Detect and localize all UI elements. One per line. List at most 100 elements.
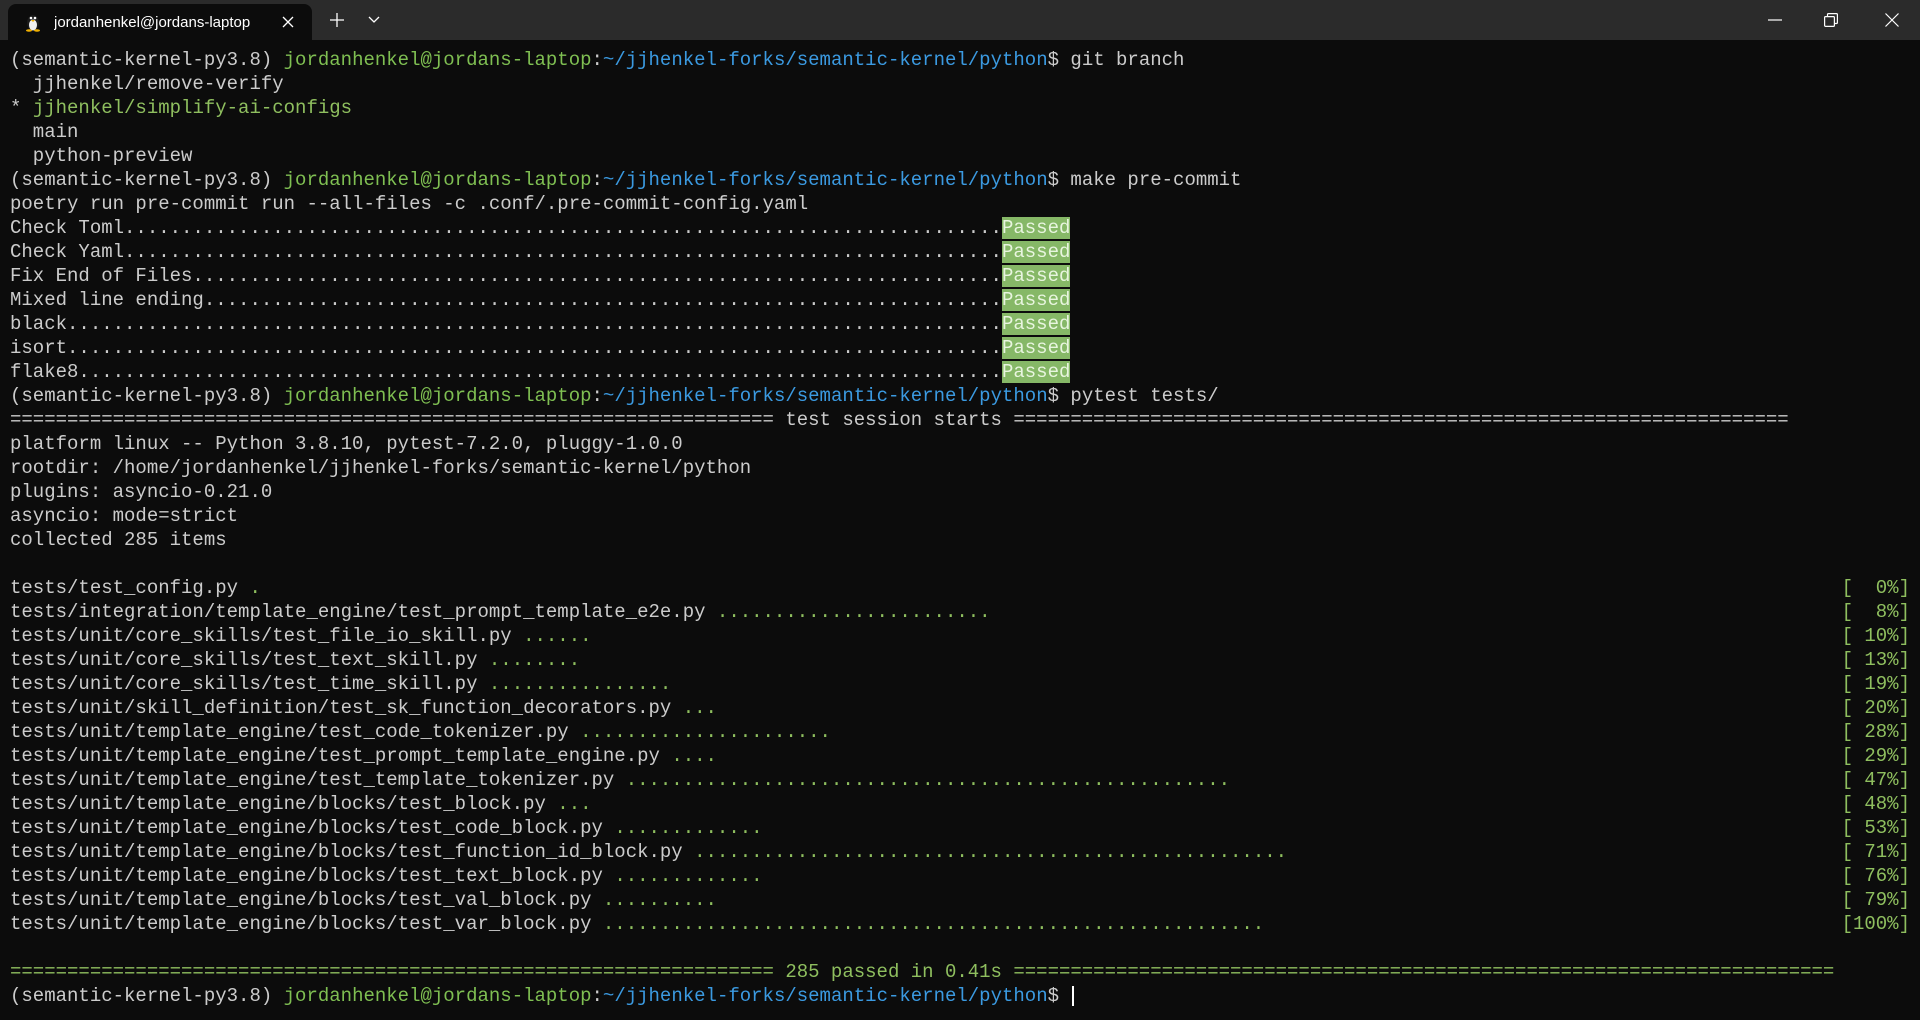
command: make pre-commit [1070,169,1242,191]
test-file: tests/unit/template_engine/blocks/test_v… [10,889,603,911]
check-status: Passed [1001,361,1071,383]
test-file: tests/unit/skill_definition/test_sk_func… [10,697,683,719]
test-result-line: tests/unit/core_skills/test_file_io_skil… [10,624,1910,648]
test-dots: ........................................… [625,769,1231,791]
test-result-line: tests/unit/template_engine/blocks/test_v… [10,912,1910,936]
test-file: tests/integration/template_engine/test_p… [10,601,717,623]
check-status: Passed [1001,313,1071,335]
test-dots: ................ [488,673,672,695]
test-result-line: tests/unit/core_skills/test_time_skill.p… [10,672,1910,696]
branch-line: jjhenkel/remove-verify [10,73,284,95]
prompt-sep: : [591,49,603,71]
pytest-info: plugins: asyncio-0.21.0 [10,481,273,503]
chevron-down-icon [368,16,380,23]
check-line: black...................................… [10,312,1910,336]
prompt-dollar: $ [1047,49,1071,71]
pytest-info: rootdir: /home/jordanhenkel/jjhenkel-for… [10,457,752,479]
pytest-info: asyncio: mode=strict [10,505,239,527]
restore-button[interactable] [1803,0,1859,40]
test-file: tests/unit/template_engine/blocks/test_f… [10,841,695,863]
test-result-line: tests/unit/template_engine/blocks/test_v… [10,888,1910,912]
test-result-line: tests/unit/template_engine/test_code_tok… [10,720,1910,744]
prompt-env: (semantic-kernel-py3.8) [10,49,284,71]
test-file: tests/test_config.py [10,577,250,599]
check-status: Passed [1001,337,1071,359]
new-tab-button[interactable] [322,6,352,34]
prompt-path: ~/jjhenkel-forks/semantic-kernel/python [602,49,1048,71]
check-line: Check Yaml..............................… [10,240,1910,264]
test-file: tests/unit/core_skills/test_file_io_skil… [10,625,524,647]
test-percent: [ 76%] [1841,865,1910,887]
prompt-line: (semantic-kernel-py3.8) jordanhenkel@jor… [10,169,1242,191]
prompt-line-active[interactable]: (semantic-kernel-py3.8) jordanhenkel@jor… [10,984,1910,1008]
plus-icon [330,13,344,27]
branch-line: python-preview [10,145,193,167]
prompt-line: (semantic-kernel-py3.8) jordanhenkel@jor… [10,385,1219,407]
test-file: tests/unit/template_engine/test_template… [10,769,626,791]
test-dots: ........................ [716,601,991,623]
close-icon [1885,13,1899,27]
test-percent: [ 71%] [1841,841,1910,863]
test-result-line: tests/unit/template_engine/test_prompt_t… [10,744,1910,768]
command: pytest tests/ [1070,385,1219,407]
current-branch: jjhenkel/simplify-ai-configs [32,97,353,119]
test-percent: [ 29%] [1841,745,1910,767]
test-dots: ...... [523,625,592,647]
test-dots: ........................................… [694,841,1288,863]
check-label: Check Toml..............................… [10,217,1002,239]
test-result-line: tests/integration/template_engine/test_p… [10,600,1910,624]
test-percent: [ 47%] [1841,769,1910,791]
test-result-line: tests/unit/template_engine/test_template… [10,768,1910,792]
test-result-line: tests/unit/template_engine/blocks/test_f… [10,840,1910,864]
check-label: isort...................................… [10,337,1002,359]
test-percent: [ 20%] [1841,697,1910,719]
check-status: Passed [1001,217,1071,239]
prompt-user: jordanhenkel@jordans-laptop [283,49,592,71]
test-dots: .......... [602,889,717,911]
minimize-button[interactable] [1747,0,1803,40]
test-file: tests/unit/template_engine/test_code_tok… [10,721,581,743]
close-window-button[interactable] [1864,0,1920,40]
precommit-run-line: poetry run pre-commit run --all-files -c… [10,193,809,215]
test-file: tests/unit/template_engine/blocks/test_b… [10,793,558,815]
test-file: tests/unit/core_skills/test_text_skill.p… [10,649,489,671]
pytest-info: collected 285 items [10,529,227,551]
check-label: black...................................… [10,313,1002,335]
terminal-output[interactable]: (semantic-kernel-py3.8) jordanhenkel@jor… [10,48,1910,1014]
branch-line: main [10,121,79,143]
check-line: isort...................................… [10,336,1910,360]
check-line: Fix End of Files........................… [10,264,1910,288]
close-tab-icon[interactable] [278,12,298,32]
tab-dropdown-button[interactable] [362,6,386,34]
linux-penguin-icon [22,11,44,33]
session-footer: ========================================… [10,961,1835,983]
check-label: Fix End of Files........................… [10,265,1002,287]
test-percent: [ 0%] [1841,577,1910,599]
test-percent: [ 13%] [1841,649,1910,671]
tab-title: jordanhenkel@jordans-laptop [54,13,251,31]
check-status: Passed [1001,289,1071,311]
test-file: tests/unit/core_skills/test_time_skill.p… [10,673,489,695]
test-file: tests/unit/template_engine/blocks/test_v… [10,913,603,935]
test-dots: ........ [488,649,581,671]
terminal-tab[interactable]: jordanhenkel@jordans-laptop [8,4,312,40]
test-file: tests/unit/template_engine/test_prompt_t… [10,745,672,767]
summary-text: 285 passed in 0.41s [785,961,1002,983]
test-dots: ... [682,697,717,719]
test-percent: [ 79%] [1841,889,1910,911]
test-percent: [ 19%] [1841,673,1910,695]
test-result-line: tests/unit/template_engine/blocks/test_t… [10,864,1910,888]
test-percent: [ 10%] [1841,625,1910,647]
prompt-line: (semantic-kernel-py3.8) jordanhenkel@jor… [10,48,1910,72]
test-percent: [ 8%] [1841,601,1910,623]
test-dots: ... [557,793,592,815]
branch-line-current: * jjhenkel/simplify-ai-configs [10,97,353,119]
check-label: Check Yaml..............................… [10,241,1002,263]
check-status: Passed [1001,241,1071,263]
test-percent: [ 53%] [1841,817,1910,839]
test-result-line: tests/unit/core_skills/test_text_skill.p… [10,648,1910,672]
check-status: Passed [1001,265,1071,287]
test-percent: [ 28%] [1841,721,1910,743]
test-result-line: tests/unit/template_engine/blocks/test_b… [10,792,1910,816]
